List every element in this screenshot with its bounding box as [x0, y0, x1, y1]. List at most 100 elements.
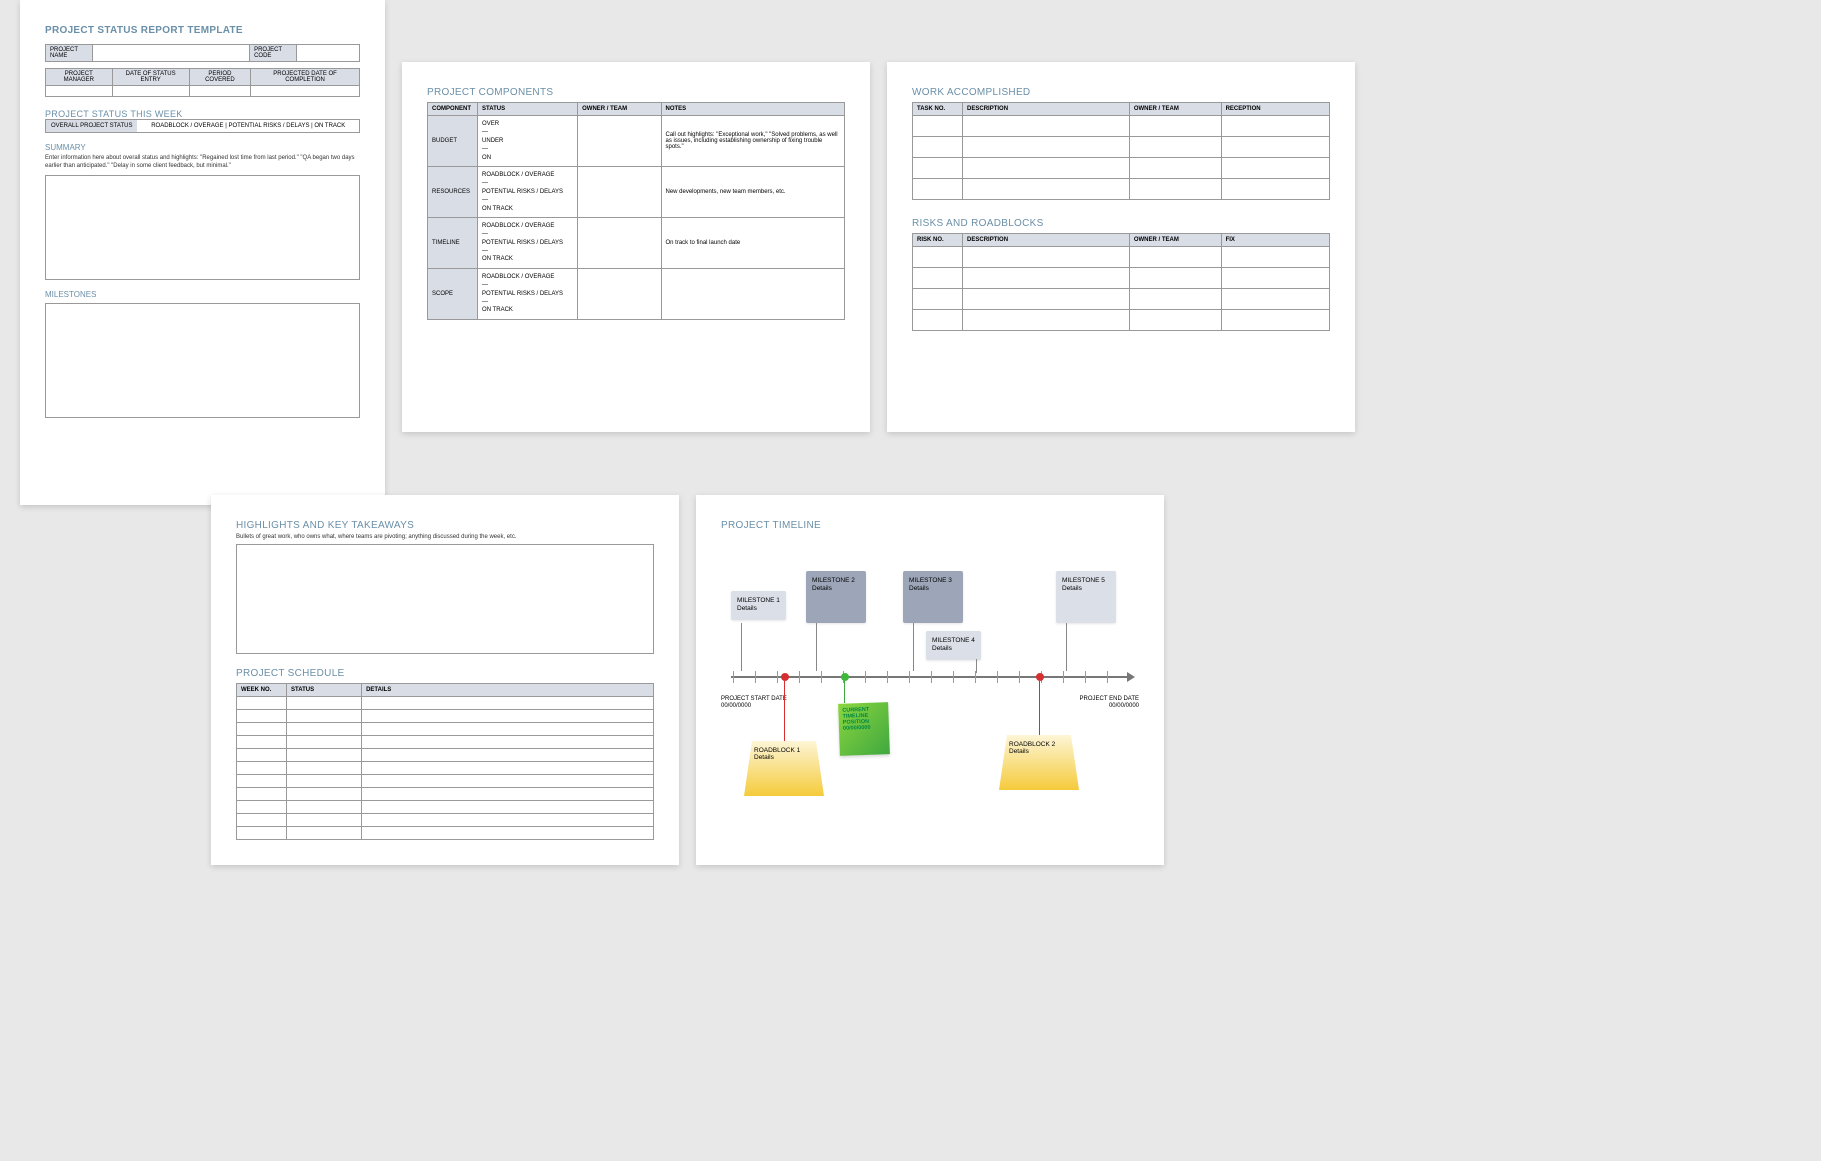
page-3: WORK ACCOMPLISHED TASK NO. DESCRIPTION O… [887, 62, 1355, 432]
th-risk: RISK NO. [913, 234, 963, 247]
table-row: BUDGETOVER—UNDER—ON Call out highlights: … [428, 116, 845, 167]
th-notes: NOTES [661, 103, 845, 116]
th-reception: RECEPTION [1221, 103, 1329, 116]
notes-cell: On track to final launch date [661, 217, 845, 268]
components-table: COMPONENT STATUS OWNER / TEAM NOTES BUDG… [427, 102, 845, 320]
date-header: DATE OF STATUS ENTRY [112, 69, 189, 86]
milestone-4: MILESTONE 4 Details [926, 631, 981, 660]
rb-line-1 [784, 681, 785, 741]
meta-table-2: PROJECT MANAGER DATE OF STATUS ENTRY PER… [45, 68, 360, 97]
connector-5 [1066, 623, 1067, 671]
connector-3 [913, 623, 914, 671]
status-cell: ROADBLOCK / OVERAGE—POTENTIAL RISKS / DE… [478, 217, 578, 268]
th-owner3: OWNER / TEAM [1129, 234, 1221, 247]
timeline-area: /*ticks rendered below*/ MILESTONE 1 Det… [721, 531, 1139, 831]
th-fix: FIX [1221, 234, 1329, 247]
summary-box [45, 175, 360, 280]
notes-cell [661, 268, 845, 319]
current-position: CURRENT TIMELINE POSITION 00/00/0000 [838, 702, 890, 756]
summary-title: SUMMARY [45, 143, 360, 152]
highlights-box [236, 544, 654, 654]
th-desc: DESCRIPTION [963, 103, 1130, 116]
owner-cell [578, 166, 661, 217]
roadblock-dot-2 [1036, 673, 1044, 681]
summary-text: Enter information here about overall sta… [45, 155, 360, 171]
milestone-5: MILESTONE 5 Details [1056, 571, 1116, 623]
status-cell: OVER—UNDER—ON [478, 116, 578, 167]
status-cell: ROADBLOCK / OVERAGE—POTENTIAL RISKS / DE… [478, 166, 578, 217]
period-header: PERIOD COVERED [189, 69, 250, 86]
component-cell: RESOURCES [428, 166, 478, 217]
timeline-tick [733, 671, 734, 683]
timeline-tick [1019, 671, 1020, 683]
milestones-box [45, 303, 360, 418]
owner-cell [578, 217, 661, 268]
schedule-table: WEEK NO. STATUS DETAILS [236, 683, 654, 840]
notes-cell: New developments, new team members, etc. [661, 166, 845, 217]
timeline-tick [887, 671, 888, 683]
timeline-tick [909, 671, 910, 683]
timeline-tick [931, 671, 932, 683]
timeline-tick [799, 671, 800, 683]
meta-table-1: PROJECT NAME PROJECT CODE [45, 44, 360, 62]
page-4: HIGHLIGHTS AND KEY TAKEAWAYS Bullets of … [211, 495, 679, 865]
timeline-title: PROJECT TIMELINE [721, 520, 1139, 531]
milestone-1: MILESTONE 1 Details [731, 591, 786, 620]
rb-line-2 [1039, 681, 1040, 735]
timeline-tick [1085, 671, 1086, 683]
highlights-title: HIGHLIGHTS AND KEY TAKEAWAYS [236, 520, 654, 531]
timeline-tick [865, 671, 866, 683]
table-row: SCOPEROADBLOCK / OVERAGE—POTENTIAL RISKS… [428, 268, 845, 319]
th-status2: STATUS [287, 684, 362, 697]
highlights-note: Bullets of great work, who owns what, wh… [236, 534, 654, 540]
page-5: PROJECT TIMELINE /*ticks rendered below*… [696, 495, 1164, 865]
timeline-tick [777, 671, 778, 683]
current-line [844, 681, 845, 703]
roadblock-1: ROADBLOCK 1 Details [744, 741, 824, 796]
report-title: PROJECT STATUS REPORT TEMPLATE [45, 25, 360, 36]
th-owner: OWNER / TEAM [578, 103, 661, 116]
component-cell: SCOPE [428, 268, 478, 319]
th-details: DETAILS [362, 684, 654, 697]
roadblock-2: ROADBLOCK 2 Details [999, 735, 1079, 790]
status-cell: ROADBLOCK / OVERAGE—POTENTIAL RISKS / DE… [478, 268, 578, 319]
project-name-label: PROJECT NAME [46, 45, 93, 62]
components-title: PROJECT COMPONENTS [427, 87, 845, 98]
risks-title: RISKS AND ROADBLOCKS [912, 218, 1330, 229]
overall-status-strip: OVERALL PROJECT STATUS ROADBLOCK / OVERA… [45, 119, 360, 133]
th-component: COMPONENT [428, 103, 478, 116]
notes-cell: Call out highlights: "Exceptional work,"… [661, 116, 845, 167]
timeline-tick [1107, 671, 1108, 683]
connector-1 [741, 623, 742, 671]
overall-status-label: OVERALL PROJECT STATUS [46, 120, 137, 132]
schedule-title: PROJECT SCHEDULE [236, 668, 654, 679]
page-2: PROJECT COMPONENTS COMPONENT STATUS OWNE… [402, 62, 870, 432]
connector-2 [816, 623, 817, 671]
status-week-title: PROJECT STATUS THIS WEEK [45, 109, 360, 119]
timeline-axis [731, 676, 1129, 678]
milestones-title: MILESTONES [45, 290, 360, 299]
work-table: TASK NO. DESCRIPTION OWNER / TEAM RECEPT… [912, 102, 1330, 200]
owner-cell [578, 268, 661, 319]
timeline-tick [755, 671, 756, 683]
th-owner2: OWNER / TEAM [1129, 103, 1221, 116]
th-week: WEEK NO. [237, 684, 287, 697]
owner-cell [578, 116, 661, 167]
component-cell: TIMELINE [428, 217, 478, 268]
pm-header: PROJECT MANAGER [46, 69, 113, 86]
table-row: TIMELINEROADBLOCK / OVERAGE—POTENTIAL RI… [428, 217, 845, 268]
th-task: TASK NO. [913, 103, 963, 116]
connector-4 [976, 659, 977, 673]
project-code-label: PROJECT CODE [250, 45, 297, 62]
milestone-2: MILESTONE 2 Details [806, 571, 866, 623]
page-1: PROJECT STATUS REPORT TEMPLATE PROJECT N… [20, 0, 385, 505]
timeline-tick [1063, 671, 1064, 683]
timeline-tick [821, 671, 822, 683]
milestone-3: MILESTONE 3 Details [903, 571, 963, 623]
current-dot [841, 673, 849, 681]
overall-status-options: ROADBLOCK / OVERAGE | POTENTIAL RISKS / … [137, 120, 359, 132]
component-cell: BUDGET [428, 116, 478, 167]
end-label: PROJECT END DATE 00/00/0000 [1080, 696, 1139, 710]
roadblock-dot-1 [781, 673, 789, 681]
start-label: PROJECT START DATE 00/00/0000 [721, 696, 787, 710]
